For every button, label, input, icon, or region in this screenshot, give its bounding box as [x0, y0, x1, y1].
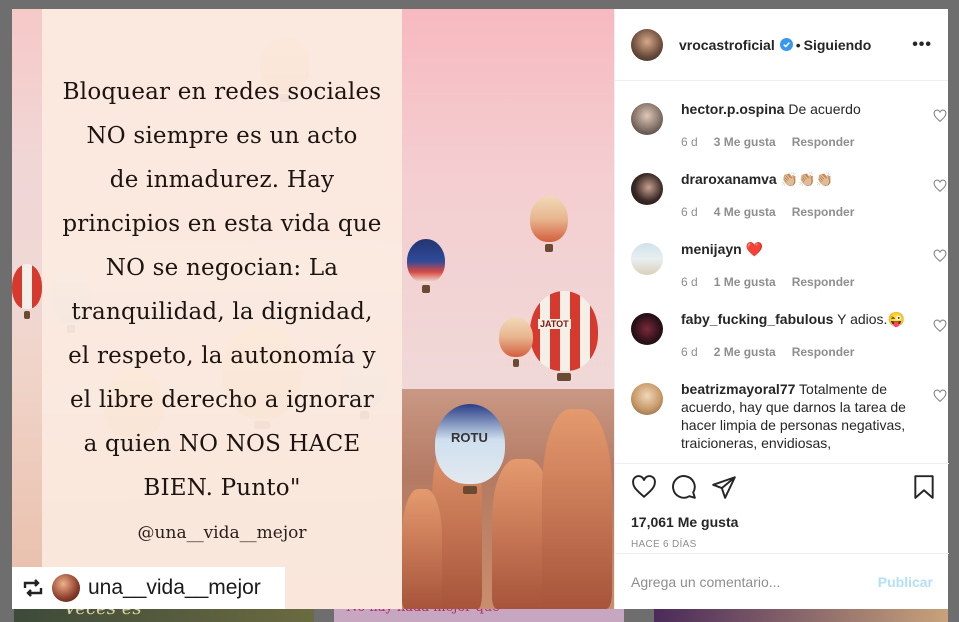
post-modal: JATOT ROTU Bloquear en redes sociales NO…: [12, 9, 949, 609]
comment-body: menijayn ❤️: [681, 240, 913, 258]
comment-text: ❤️: [745, 241, 764, 257]
author-avatar[interactable]: [631, 28, 663, 61]
comment-meta: 6 d 1 Me gusta Responder: [681, 275, 870, 289]
post-header: vrocastroficial • Siguiendo •••: [615, 9, 948, 81]
rock: [402, 489, 442, 609]
comment-avatar[interactable]: [631, 383, 663, 415]
rock: [542, 409, 612, 609]
more-options-icon[interactable]: •••: [912, 36, 932, 54]
repost-avatar[interactable]: [52, 574, 80, 602]
like-heart-icon[interactable]: [631, 474, 657, 500]
comment-input[interactable]: [631, 573, 878, 590]
comment-username[interactable]: menijayn: [681, 241, 742, 257]
comment-body: faby_fucking_fabulous Y adios.😜: [681, 310, 913, 328]
comment-bubble-icon[interactable]: [671, 474, 697, 500]
likes-count[interactable]: 17,061 Me gusta: [631, 514, 738, 530]
balloon-label: ROTU: [451, 430, 488, 445]
quote-line: Bloquear en redes sociales: [62, 79, 382, 105]
author-username[interactable]: vrocastroficial: [679, 37, 775, 53]
bookmark-icon[interactable]: [911, 474, 937, 500]
comment-time: 6 d: [681, 205, 698, 219]
post-timestamp: HACE 6 DÍAS: [631, 539, 697, 550]
comment-time: 6 d: [681, 135, 698, 149]
quote-line: de inmadurez. Hay: [109, 167, 335, 193]
hot-air-balloon: [530, 196, 568, 252]
quote-line: BIEN. Punto": [143, 475, 301, 501]
comment-time: 6 d: [681, 345, 698, 359]
hot-air-balloon: [499, 317, 533, 367]
separator-dot: •: [795, 36, 801, 53]
comment-likes[interactable]: 4 Me gusta: [714, 205, 776, 219]
verified-badge-icon: [779, 38, 793, 51]
repost-tag[interactable]: una__vida__mejor: [12, 567, 285, 609]
add-comment-bar: Publicar: [615, 553, 949, 609]
hot-air-balloon: JATOT: [530, 291, 598, 381]
like-comment-heart-icon[interactable]: [933, 389, 947, 403]
comment-body: draroxanamva 👏🏼👏🏼👏🏼: [681, 170, 913, 188]
comment-meta: 6 d 3 Me gusta Responder: [681, 135, 870, 149]
comment-text: 👏🏼👏🏼👏🏼: [780, 171, 833, 187]
comment-avatar[interactable]: [631, 103, 663, 135]
comment-likes[interactable]: 3 Me gusta: [714, 135, 776, 149]
quote-line: a quien NO NOS HACE: [83, 431, 361, 457]
quote-line: el respeto, la autonomía y: [68, 343, 376, 369]
repost-icon: [23, 579, 43, 597]
reply-button[interactable]: Responder: [792, 345, 855, 359]
quote-line: NO se negocian: La: [105, 255, 339, 281]
publish-button[interactable]: Publicar: [878, 574, 933, 590]
reply-button[interactable]: Responder: [792, 135, 855, 149]
following-button[interactable]: Siguiendo: [804, 37, 872, 53]
comment-meta: 6 d 4 Me gusta Responder: [681, 205, 870, 219]
comment-text: De acuerdo: [788, 101, 861, 117]
quote-line: el libre derecho a ignorar: [69, 387, 375, 413]
comment-avatar[interactable]: [631, 243, 663, 275]
comment-username[interactable]: faby_fucking_fabulous: [681, 311, 833, 327]
like-comment-heart-icon[interactable]: [933, 319, 947, 333]
quote-line: NO siempre es un acto: [86, 123, 358, 149]
quote-line: principios en esta vida que: [62, 211, 382, 237]
post-image[interactable]: JATOT ROTU Bloquear en redes sociales NO…: [12, 9, 614, 609]
comment-likes[interactable]: 2 Me gusta: [714, 345, 776, 359]
like-comment-heart-icon[interactable]: [933, 249, 947, 263]
post-actions: 17,061 Me gusta HACE 6 DÍAS: [615, 463, 949, 553]
comment-body: hector.p.ospina De acuerdo: [681, 100, 913, 118]
comment-username[interactable]: hector.p.ospina: [681, 101, 784, 117]
reply-button[interactable]: Responder: [792, 205, 855, 219]
hot-air-balloon: [407, 239, 445, 293]
comments-list[interactable]: hector.p.ospina De acuerdo 6 d 3 Me gusta…: [615, 81, 949, 463]
hot-air-balloon: ROTU: [435, 404, 505, 494]
share-send-icon[interactable]: [711, 474, 737, 500]
balloon-label: JATOT: [538, 319, 571, 329]
post-side-panel: vrocastroficial • Siguiendo ••• hector.p…: [614, 9, 949, 609]
repost-username[interactable]: una__vida__mejor: [88, 576, 261, 600]
comment-username[interactable]: draroxanamva: [681, 171, 777, 187]
like-comment-heart-icon[interactable]: [933, 109, 947, 123]
rock-formations: [402, 389, 614, 609]
comment-body: beatrizmayoral77 Totalmente de acuerdo, …: [681, 380, 913, 452]
comment-meta: 6 d 2 Me gusta Responder: [681, 345, 870, 359]
comment-likes[interactable]: 1 Me gusta: [714, 275, 776, 289]
reply-button[interactable]: Responder: [792, 275, 855, 289]
comment-time: 6 d: [681, 275, 698, 289]
quote-line: tranquilidad, la dignidad,: [71, 299, 373, 325]
comment-avatar[interactable]: [631, 173, 663, 205]
comment-avatar[interactable]: [631, 313, 663, 345]
comment-text: Y adios.😜: [837, 311, 905, 327]
comment-username[interactable]: beatrizmayoral77: [681, 381, 795, 397]
quote-handle: @una__vida__mejor: [137, 523, 307, 543]
hot-air-balloon: [12, 264, 42, 319]
like-comment-heart-icon[interactable]: [933, 179, 947, 193]
